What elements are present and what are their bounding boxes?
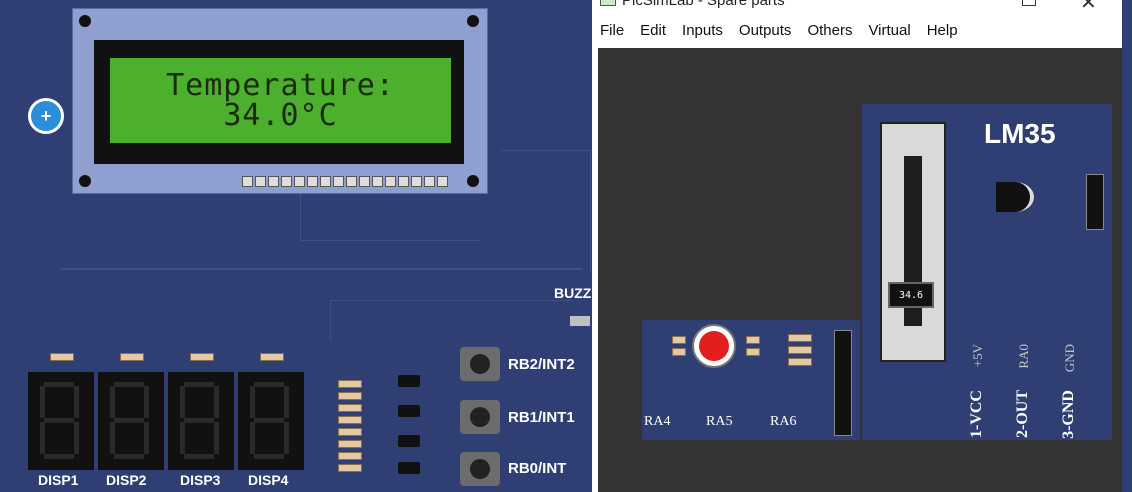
menu-others[interactable]: Others xyxy=(799,18,860,44)
resistor xyxy=(338,452,362,460)
menu-outputs[interactable]: Outputs xyxy=(731,18,800,44)
pin-label-vcc: 1-VCC xyxy=(968,390,985,438)
led-connector xyxy=(834,330,852,436)
pin-label-out: 2-OUT xyxy=(1014,390,1031,438)
resistor xyxy=(338,464,362,472)
pin-signal-out: RA0 xyxy=(1016,344,1031,369)
window-title: PicSimLab - Spare parts xyxy=(622,0,785,9)
seven-segment-display-4 xyxy=(238,372,304,470)
resistor xyxy=(50,353,74,361)
contrast-potentiometer[interactable]: + xyxy=(28,98,64,134)
lm35-title: LM35 xyxy=(984,118,1056,149)
seven-segment-display-2 xyxy=(98,372,164,470)
lcd-line-2: 34.0°C xyxy=(223,97,338,133)
led-label-ra6: RA6 xyxy=(770,414,797,429)
button-label-rb0: RB0/INT xyxy=(508,460,567,477)
buzzer xyxy=(570,316,590,326)
button-rb0[interactable] xyxy=(460,452,500,486)
close-icon[interactable]: ✕ xyxy=(1080,0,1097,15)
lm35-sensor xyxy=(996,182,1034,212)
seven-segment-display-3 xyxy=(168,372,234,470)
resistor xyxy=(338,392,362,400)
menu-bar: File Edit Inputs Outputs Others Virtual … xyxy=(592,18,1122,44)
transistor xyxy=(398,405,420,417)
pin-label-gnd: 3-GND xyxy=(1060,390,1077,439)
menu-file[interactable]: File xyxy=(592,18,632,44)
buzzer-label: BUZZ xyxy=(554,285,592,301)
resistor xyxy=(338,440,362,448)
button-label-rb1: RB1/INT1 xyxy=(508,409,575,426)
rgb-led xyxy=(692,324,736,368)
resistor xyxy=(260,353,284,361)
transistor xyxy=(398,375,420,387)
menu-help[interactable]: Help xyxy=(919,18,966,44)
lm35-connector xyxy=(1086,174,1104,230)
lcd-screen: Temperature: 34.0°C xyxy=(110,58,451,143)
button-rb1[interactable] xyxy=(460,400,500,434)
transistor xyxy=(398,435,420,447)
menu-inputs[interactable]: Inputs xyxy=(674,18,731,44)
rgb-led-part[interactable]: RA4 RA5 RA6 xyxy=(642,320,860,440)
transistor xyxy=(398,462,420,474)
led-label-ra4: RA4 xyxy=(644,414,671,429)
display-label-4: DISP4 xyxy=(248,472,289,488)
lm35-part[interactable]: LM35 34.6 1-VCC 2-OUT 3-GND +5V RA0 GND xyxy=(862,104,1112,440)
resistor xyxy=(338,416,362,424)
lcd-pin-header xyxy=(242,176,450,190)
menu-virtual[interactable]: Virtual xyxy=(860,18,918,44)
display-label-1: DISP1 xyxy=(38,472,79,488)
resistor xyxy=(338,404,362,412)
led-label-ra5: RA5 xyxy=(706,414,733,429)
resistor xyxy=(190,353,214,361)
window-icon xyxy=(600,0,616,6)
parts-canvas[interactable]: LM35 34.6 1-VCC 2-OUT 3-GND +5V RA0 GND xyxy=(598,48,1122,492)
pin-signal-vcc: +5V xyxy=(970,344,985,368)
maximize-icon[interactable] xyxy=(1022,0,1036,6)
seven-segment-display-1 xyxy=(28,372,94,470)
resistor xyxy=(338,428,362,436)
pin-signal-gnd: GND xyxy=(1062,344,1077,373)
slider-knob[interactable]: 34.6 xyxy=(888,282,934,308)
lcd-line-1: Temperature: xyxy=(166,67,395,103)
spare-parts-window: PicSimLab - Spare parts ✕ File Edit Inpu… xyxy=(592,0,1122,492)
resistor xyxy=(338,380,362,388)
button-rb2[interactable] xyxy=(460,347,500,381)
display-label-2: DISP2 xyxy=(106,472,147,488)
resistor xyxy=(120,353,144,361)
temperature-slider[interactable]: 34.6 xyxy=(880,122,946,362)
menu-edit[interactable]: Edit xyxy=(632,18,674,44)
display-label-3: DISP3 xyxy=(180,472,221,488)
button-label-rb2: RB2/INT2 xyxy=(508,356,575,373)
